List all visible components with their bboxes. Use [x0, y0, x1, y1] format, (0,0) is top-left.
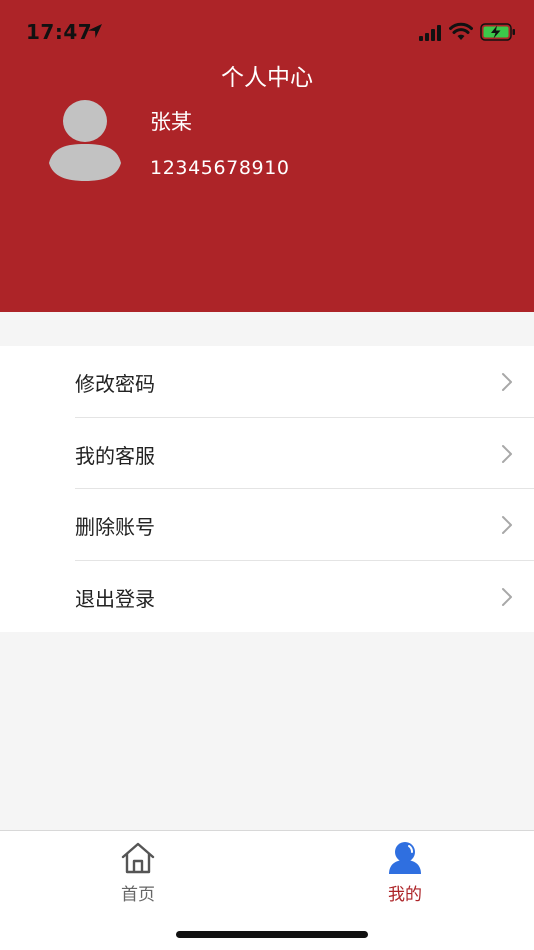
- chevron-right-icon: [502, 444, 512, 463]
- menu-item-label: 我的客服: [75, 443, 155, 468]
- status-time: 17:47: [26, 20, 93, 44]
- user-name: 张某: [150, 110, 192, 134]
- page-title: 个人中心: [221, 65, 313, 91]
- default-avatar-icon[interactable]: [47, 99, 123, 183]
- menu-item-customer-service[interactable]: 我的客服: [0, 418, 534, 489]
- chevron-right-icon: [502, 516, 512, 534]
- chevron-right-icon: [502, 587, 512, 606]
- home-indicator: [176, 931, 368, 938]
- tab-home[interactable]: 首页: [38, 831, 238, 911]
- user-icon: [389, 842, 421, 874]
- home-icon: [121, 842, 155, 874]
- menu-item-label: 删除账号: [75, 515, 155, 539]
- menu-item-logout[interactable]: 退出登录: [0, 561, 534, 633]
- battery-charging-icon: [480, 23, 515, 41]
- menu-item-delete-account[interactable]: 删除账号: [0, 489, 534, 561]
- status-bar: 17:47: [0, 0, 534, 62]
- tab-label: 首页: [121, 885, 155, 905]
- menu-item-label: 退出登录: [75, 586, 155, 611]
- chevron-right-icon: [502, 373, 512, 391]
- profile-header: 17:47 个人中心 张某 12345678910: [0, 0, 534, 312]
- settings-menu: 修改密码 我的客服 删除账号 退出登录: [0, 346, 534, 632]
- user-phone: 12345678910: [150, 157, 290, 179]
- tab-mine[interactable]: 我的: [305, 831, 505, 911]
- menu-item-change-password[interactable]: 修改密码: [0, 346, 534, 418]
- tab-label: 我的: [388, 885, 422, 905]
- wifi-icon: [449, 22, 473, 40]
- cellular-signal-icon: [419, 25, 441, 41]
- location-arrow-icon: [88, 24, 102, 38]
- menu-item-label: 修改密码: [75, 372, 155, 396]
